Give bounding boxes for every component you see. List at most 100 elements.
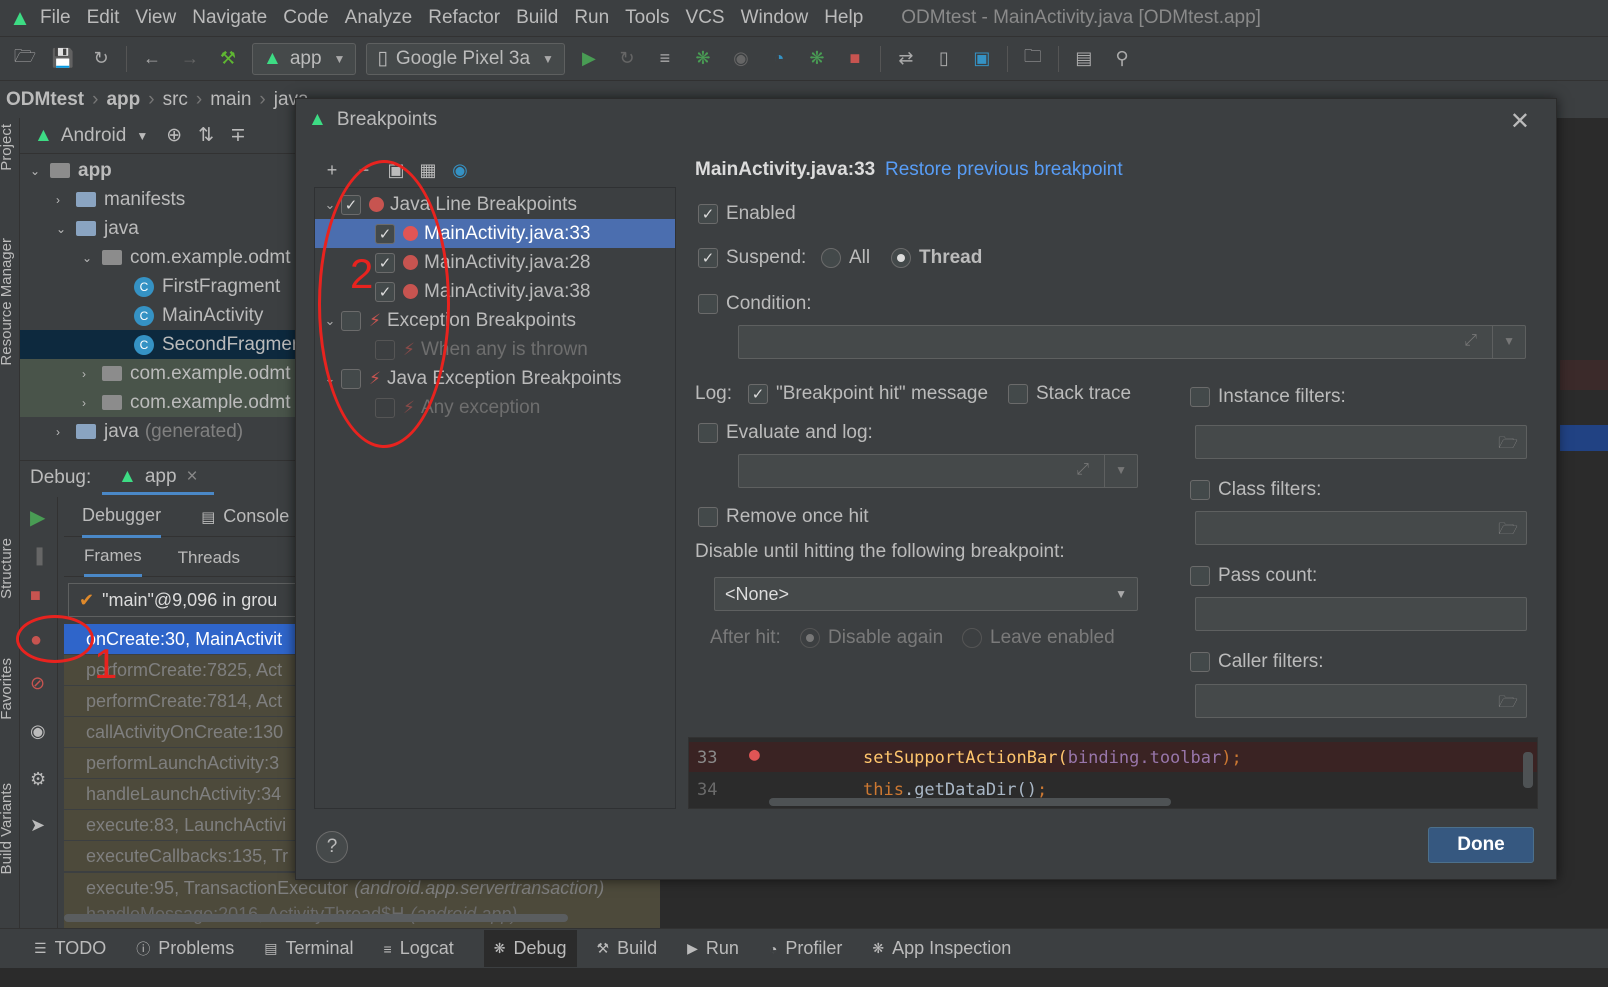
tab-resource-manager[interactable]: Resource Manager bbox=[0, 238, 15, 366]
make-project-hammer-icon[interactable]: ⚒ bbox=[214, 45, 242, 73]
class-filters-checkbox[interactable]: Class filters: bbox=[1190, 479, 1321, 501]
stack-trace-checkbox[interactable]: Stack trace bbox=[1008, 383, 1131, 405]
debug-bug-icon[interactable]: ❋ bbox=[689, 45, 717, 73]
tree-item-app[interactable]: ⌄ app bbox=[30, 156, 112, 185]
pause-icon[interactable]: ❚ bbox=[32, 545, 47, 566]
menu-run[interactable]: Run bbox=[574, 7, 609, 29]
search-icon[interactable]: ⚲ bbox=[1108, 45, 1136, 73]
stop-icon[interactable]: ■ bbox=[841, 45, 869, 73]
thread-select[interactable]: ✔ "main"@9,096 in grou bbox=[68, 583, 310, 617]
chevron-down-icon[interactable]: ▼ bbox=[1115, 463, 1127, 477]
tab-favorites[interactable]: Favorites bbox=[0, 658, 15, 720]
frame-item[interactable]: handleLaunchActivity:34 bbox=[64, 779, 310, 809]
frame-item[interactable]: performLaunchActivity:3 bbox=[64, 748, 310, 778]
breadcrumb-item[interactable]: src bbox=[163, 89, 188, 111]
menu-refactor[interactable]: Refactor bbox=[428, 7, 500, 29]
disable-until-select[interactable]: <None> ▼ bbox=[714, 577, 1138, 611]
condition-input[interactable]: ⤢ ▼ bbox=[738, 325, 1526, 359]
sync-gradle-icon[interactable]: ⇄ bbox=[892, 45, 920, 73]
disable-again-radio[interactable]: Disable again bbox=[800, 627, 943, 649]
caller-filters-checkbox[interactable]: Caller filters: bbox=[1190, 651, 1324, 673]
menu-tools[interactable]: Tools bbox=[625, 7, 669, 29]
menu-analyze[interactable]: Analyze bbox=[345, 7, 413, 29]
run-play-icon[interactable]: ▶ bbox=[575, 45, 603, 73]
chevron-down-icon[interactable]: ▼ bbox=[1503, 334, 1515, 348]
coverage-icon[interactable]: ◉ bbox=[727, 45, 755, 73]
folder-icon[interactable]: 🗁 bbox=[1498, 518, 1518, 545]
class-filters-input[interactable]: 🗁 bbox=[1195, 511, 1527, 545]
horizontal-scrollbar[interactable] bbox=[64, 914, 568, 922]
menu-view[interactable]: View bbox=[135, 7, 176, 29]
expand-icon[interactable]: ⤢ bbox=[1464, 332, 1477, 350]
tab-structure[interactable]: Structure bbox=[0, 538, 15, 599]
pass-count-input[interactable] bbox=[1195, 597, 1527, 631]
profile-icon[interactable]: ◔ bbox=[765, 45, 793, 73]
stop-icon[interactable]: ■ bbox=[30, 585, 41, 606]
tool-run[interactable]: ▶ Run bbox=[687, 938, 739, 959]
tab-debugger[interactable]: Debugger bbox=[82, 496, 162, 538]
breadcrumb-item[interactable]: main bbox=[210, 89, 251, 111]
menu-build[interactable]: Build bbox=[516, 7, 558, 29]
tree-item-first-fragment[interactable]: C FirstFragment bbox=[134, 272, 280, 301]
device-manager-icon[interactable]: ▯ bbox=[930, 45, 958, 73]
tree-item-main-activity[interactable]: C MainActivity bbox=[134, 301, 263, 330]
open-folder-icon[interactable]: 🗁 bbox=[11, 45, 39, 73]
apply-code-changes-icon[interactable]: ≡ bbox=[651, 45, 679, 73]
tool-build[interactable]: ⚒ Build bbox=[597, 938, 658, 959]
pass-count-checkbox[interactable]: Pass count: bbox=[1190, 565, 1317, 587]
menu-vcs[interactable]: VCS bbox=[686, 7, 725, 29]
collapse-all-icon[interactable]: ∓ bbox=[230, 124, 246, 147]
horizontal-scrollbar[interactable] bbox=[769, 798, 1171, 806]
done-button[interactable]: Done bbox=[1428, 827, 1534, 863]
add-icon[interactable]: + bbox=[316, 160, 348, 181]
tab-threads[interactable]: Threads bbox=[178, 548, 240, 568]
tree-item-package-test[interactable]: › com.example.odmt bbox=[20, 359, 310, 388]
tree-item-java[interactable]: ⌄ java bbox=[56, 214, 139, 243]
project-structure-icon[interactable]: 🗀 bbox=[1019, 45, 1047, 73]
menu-code[interactable]: Code bbox=[283, 7, 328, 29]
tree-item-package[interactable]: ⌄ com.example.odmt bbox=[82, 243, 291, 272]
tool-app-inspection[interactable]: ❋ App Inspection bbox=[872, 938, 1011, 959]
group-by-class-icon[interactable]: ◉ bbox=[444, 160, 476, 181]
breakpoint-gutter-icon[interactable]: ● bbox=[749, 744, 760, 765]
tool-profiler[interactable]: ◔ Profiler bbox=[769, 938, 842, 959]
enabled-checkbox[interactable]: ✓ Enabled bbox=[698, 203, 796, 225]
apply-changes-icon[interactable]: ↻ bbox=[613, 45, 641, 73]
close-icon[interactable]: ✕ bbox=[1510, 107, 1530, 136]
frame-item[interactable]: callActivityOnCreate:130 bbox=[64, 717, 310, 747]
save-icon[interactable]: 💾 bbox=[49, 45, 77, 73]
tree-item-package-android-test[interactable]: › com.example.odmt bbox=[20, 388, 310, 417]
tree-item-java-generated[interactable]: › java (generated) bbox=[56, 417, 243, 446]
frame-item[interactable]: executeCallbacks:135, Tr bbox=[64, 841, 310, 871]
folder-icon[interactable]: 🗁 bbox=[1498, 691, 1518, 718]
tool-todo[interactable]: ☰ TODO bbox=[34, 938, 106, 959]
locate-icon[interactable]: ⊕ bbox=[166, 124, 182, 147]
leave-enabled-radio[interactable]: Leave enabled bbox=[962, 627, 1115, 649]
remove-once-hit-checkbox[interactable]: Remove once hit bbox=[698, 506, 869, 528]
tool-debug[interactable]: ❋ Debug bbox=[483, 930, 577, 967]
help-button[interactable]: ? bbox=[316, 831, 348, 863]
evaluate-and-log-checkbox[interactable]: Evaluate and log: bbox=[698, 422, 873, 444]
expand-all-icon[interactable]: ⇅ bbox=[198, 124, 214, 147]
menu-window[interactable]: Window bbox=[741, 7, 809, 29]
attach-debugger-icon[interactable]: ❋ bbox=[803, 45, 831, 73]
close-icon[interactable]: × bbox=[187, 466, 198, 488]
expand-icon[interactable]: ⤢ bbox=[1076, 461, 1089, 479]
tab-project[interactable]: Project bbox=[0, 124, 15, 171]
sync-icon[interactable]: ↻ bbox=[87, 45, 115, 73]
evaluate-input[interactable]: ⤢ ▼ bbox=[738, 454, 1138, 488]
menu-navigate[interactable]: Navigate bbox=[192, 7, 267, 29]
chevron-down-icon[interactable]: ▼ bbox=[136, 129, 148, 143]
tool-problems[interactable]: ⓘ Problems bbox=[136, 938, 234, 959]
device-select[interactable]: ▯ Google Pixel 3a ▼ bbox=[366, 42, 565, 75]
settings-gear-icon[interactable]: ⚙ bbox=[30, 769, 46, 790]
menu-edit[interactable]: Edit bbox=[87, 7, 120, 29]
tool-logcat[interactable]: ≡ Logcat bbox=[384, 938, 454, 959]
run-config-select[interactable]: ▲ app ▼ bbox=[252, 42, 357, 75]
breadcrumb-item[interactable]: ODMtest bbox=[6, 89, 84, 111]
instance-filters-checkbox[interactable]: Instance filters: bbox=[1190, 386, 1346, 408]
restore-breakpoint-link[interactable]: Restore previous breakpoint bbox=[885, 159, 1123, 181]
forward-arrow-icon[interactable]: → bbox=[176, 45, 204, 73]
group-by-file-icon[interactable]: ▦ bbox=[412, 160, 444, 181]
tab-build-variants[interactable]: Build Variants bbox=[0, 783, 15, 874]
